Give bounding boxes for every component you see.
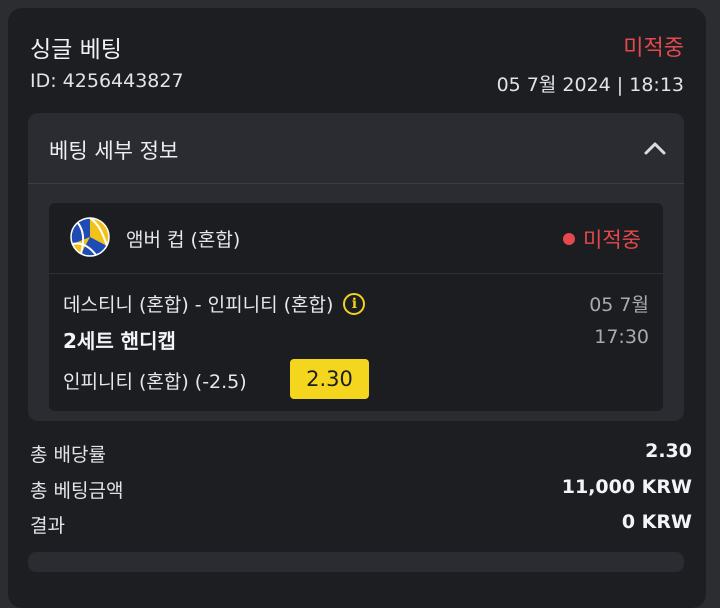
chevron-up-icon[interactable] bbox=[644, 141, 666, 155]
total-stake-value: 11,000 KRW bbox=[561, 476, 692, 498]
volleyball-icon bbox=[70, 217, 110, 257]
bet-status: 미적중 bbox=[623, 36, 684, 61]
event-status: 미적중 bbox=[563, 224, 641, 254]
bet-datetime: 05 7월 2024 | 18:13 bbox=[496, 74, 684, 96]
total-odds-value: 2.30 bbox=[645, 440, 692, 462]
next-panel-edge bbox=[28, 552, 684, 572]
bet-type-title: 싱글 베팅 bbox=[30, 37, 122, 63]
result-value: 0 KRW bbox=[621, 511, 692, 533]
league-name: 앰버 컵 (혼합) bbox=[126, 229, 241, 251]
total-odds-label: 총 배당률 bbox=[30, 444, 106, 466]
match-row: 데스티니 (혼합) - 인피니티 (혼합) i bbox=[63, 290, 366, 317]
market-name: 2세트 핸디캡 bbox=[63, 329, 176, 353]
bet-details-header[interactable]: 베팅 세부 정보 bbox=[28, 113, 684, 184]
bet-details-panel: 베팅 세부 정보 앰버 컵 (혼합) 미적중 데스티니 (혼합) - 인피니티 … bbox=[28, 113, 684, 421]
selection-name: 인피니티 (혼합) (-2.5) bbox=[63, 371, 247, 393]
event-time: 17:30 bbox=[594, 326, 649, 348]
total-stake-label: 총 베팅금액 bbox=[30, 480, 124, 502]
odds-badge: 2.30 bbox=[290, 359, 369, 399]
bet-details-title: 베팅 세부 정보 bbox=[49, 139, 179, 163]
status-dot-icon bbox=[563, 233, 576, 245]
event-status-label: 미적중 bbox=[583, 228, 641, 252]
bet-card: 싱글 베팅 미적중 ID: 4256443827 05 7월 2024 | 18… bbox=[8, 8, 706, 608]
match-teams: 데스티니 (혼합) - 인피니티 (혼합) bbox=[63, 294, 334, 316]
result-label: 결과 bbox=[30, 515, 65, 537]
event-header: 앰버 컵 (혼합) 미적중 bbox=[49, 203, 663, 274]
info-icon[interactable]: i bbox=[343, 292, 366, 315]
event-date: 05 7월 bbox=[589, 294, 649, 316]
bet-id: ID: 4256443827 bbox=[30, 70, 184, 92]
event-card: 앰버 컵 (혼합) 미적중 데스티니 (혼합) - 인피니티 (혼합) i 05… bbox=[49, 203, 663, 411]
